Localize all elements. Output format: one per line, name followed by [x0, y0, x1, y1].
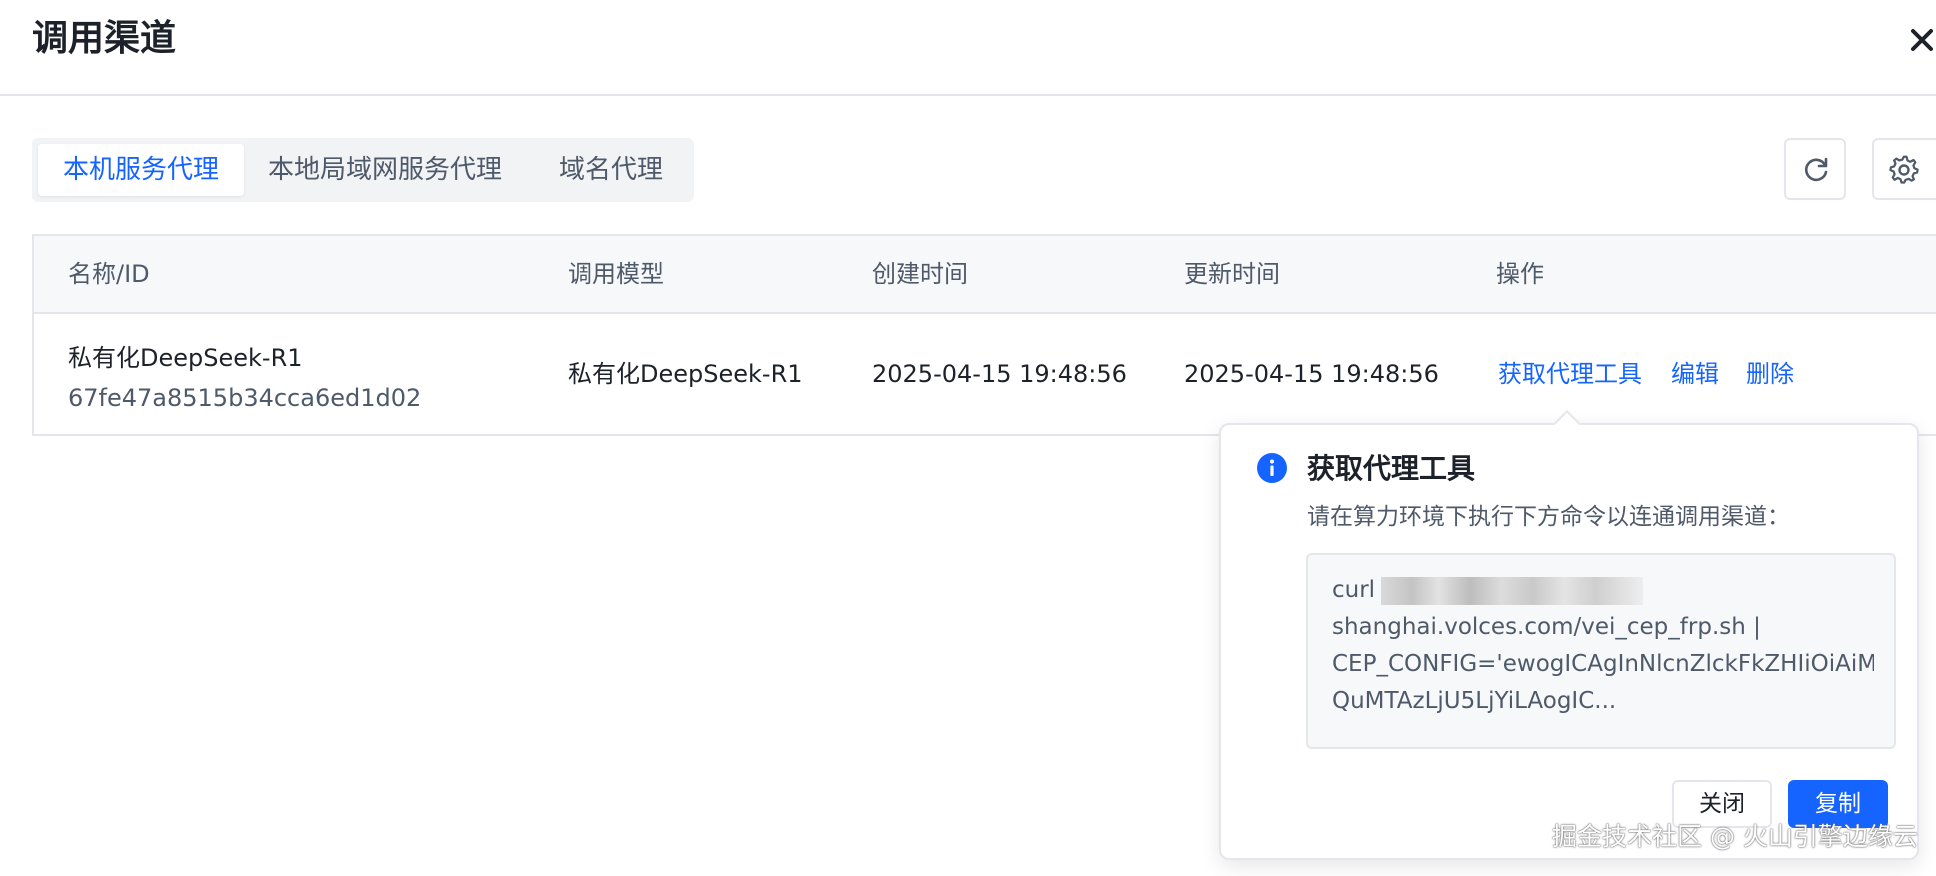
- info-icon: [1257, 453, 1287, 483]
- column-header-name-id: 名称/ID: [68, 260, 150, 288]
- gear-icon: [1889, 155, 1919, 184]
- column-header-actions: 操作: [1496, 260, 1544, 288]
- close-icon: [1911, 29, 1933, 51]
- row-created: 2025-04-15 19:48:56: [872, 360, 1127, 388]
- command-line-text: curl: [1332, 577, 1376, 603]
- tab-local-service-proxy[interactable]: 本机服务代理: [38, 144, 244, 196]
- dialog-title: 调用渠道: [32, 18, 177, 59]
- refresh-button[interactable]: [1784, 138, 1846, 200]
- redacted-block: [1381, 576, 1644, 605]
- column-header-created: 创建时间: [872, 260, 968, 288]
- row-id: 67fe47a8515b34cca6ed1d02: [68, 384, 422, 412]
- get-proxy-tool-link[interactable]: 获取代理工具: [1498, 358, 1642, 390]
- close-button[interactable]: [1908, 22, 1936, 56]
- popover-description: 请在算力环境下执行下方命令以连通调用渠道：: [1307, 504, 1790, 530]
- delete-link[interactable]: 删除: [1746, 358, 1794, 390]
- row-updated: 2025-04-15 19:48:56: [1184, 360, 1439, 388]
- command-line: QuMTAzLjU5LjYiLAogIC...: [1332, 688, 1617, 714]
- table-header: 名称/ID 调用模型 创建时间 更新时间 操作: [34, 236, 1936, 314]
- tab-lan-service-proxy[interactable]: 本地局域网服务代理: [254, 144, 516, 196]
- settings-button[interactable]: [1872, 138, 1936, 200]
- command-line: CEP_CONFIG='ewogICAgInNlcnZlckFkZHIiOiAi…: [1332, 651, 1874, 677]
- command-box[interactable]: curl shanghai.volces.com/vei_cep_frp.sh …: [1306, 553, 1896, 749]
- column-header-updated: 更新时间: [1184, 260, 1280, 288]
- row-name: 私有化DeepSeek-R1: [68, 344, 303, 372]
- edit-link[interactable]: 编辑: [1671, 358, 1719, 390]
- watermark: 掘金技术社区 @ 火山引擎边缘云: [1552, 822, 1918, 851]
- command-line: curl: [1332, 572, 1874, 609]
- command-line: shanghai.volces.com/vei_cep_frp.sh |: [1332, 614, 1761, 640]
- channel-table: 名称/ID 调用模型 创建时间 更新时间 操作 私有化DeepSeek-R1 6…: [32, 234, 1936, 436]
- popover-title: 获取代理工具: [1307, 452, 1476, 485]
- dialog-header: 调用渠道: [0, 0, 1936, 96]
- tab-domain-proxy[interactable]: 域名代理: [544, 144, 678, 196]
- refresh-icon: [1805, 157, 1828, 182]
- row-model: 私有化DeepSeek-R1: [568, 360, 803, 388]
- column-header-model: 调用模型: [568, 260, 664, 288]
- proxy-type-tabs: 本机服务代理 本地局域网服务代理 域名代理: [32, 138, 694, 202]
- proxy-tool-popover: 获取代理工具 请在算力环境下执行下方命令以连通调用渠道： curl shangh…: [1219, 423, 1919, 860]
